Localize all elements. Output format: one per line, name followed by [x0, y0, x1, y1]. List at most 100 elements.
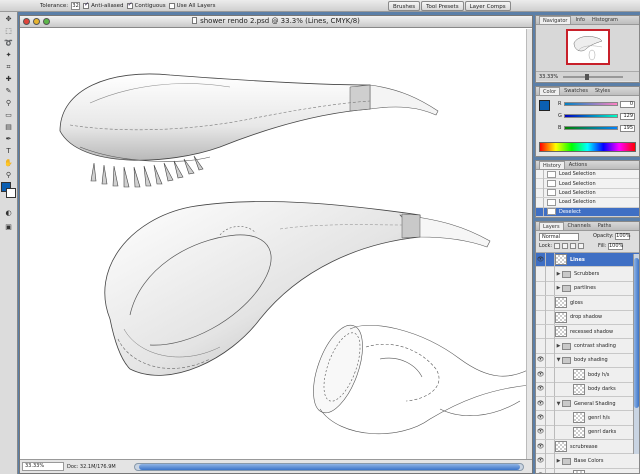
layer-link-cell[interactable] [546, 267, 555, 282]
screen-mode-icon[interactable]: ▣ [2, 222, 15, 232]
channel-b-slider[interactable] [564, 126, 618, 130]
history-item-selected[interactable]: Deselect [536, 207, 639, 217]
group-disclosure-icon[interactable]: ▼ [555, 357, 562, 363]
layer-row[interactable]: 👁contrast fill [536, 468, 639, 473]
lock-position-icon[interactable] [570, 243, 577, 249]
layer-link-cell[interactable] [546, 425, 555, 440]
anti-aliased-checkbox[interactable] [83, 1, 89, 9]
visibility-eye-icon[interactable]: 👁 [536, 367, 546, 382]
tolerance-input[interactable]: 32 [71, 1, 81, 10]
magic-wand-tool-icon[interactable]: ✦ [2, 50, 15, 60]
history-item[interactable]: Load Selection [536, 169, 639, 180]
lasso-tool-icon[interactable]: ➰ [2, 38, 15, 48]
palette-well-tab-layer-comps[interactable]: Layer Comps [464, 1, 511, 11]
layer-link-cell[interactable] [546, 353, 555, 368]
history-item[interactable]: Load Selection [536, 179, 639, 189]
visibility-eye-icon[interactable] [536, 267, 546, 282]
tab-channels[interactable]: Channels [565, 222, 594, 230]
tab-layers[interactable]: Layers [539, 222, 564, 230]
opacity-field[interactable]: 100% [615, 233, 630, 240]
layer-row[interactable]: recessed shadow [536, 324, 639, 340]
layer-link-cell[interactable] [546, 411, 555, 425]
group-disclosure-icon[interactable]: ▼ [555, 401, 562, 407]
contiguous-option[interactable]: Contiguous [126, 1, 166, 9]
group-disclosure-icon[interactable]: ▶ [555, 285, 562, 291]
lock-all-icon[interactable] [578, 243, 585, 249]
layer-row[interactable]: 👁 body h/s [536, 367, 639, 383]
layer-link-cell[interactable] [546, 310, 555, 325]
tab-color[interactable]: Color [539, 87, 561, 95]
palette-well-tab-brushes[interactable]: Brushes [388, 1, 421, 11]
visibility-eye-icon[interactable] [536, 310, 546, 325]
layer-row[interactable]: 👁 scrubrease [536, 439, 639, 455]
layer-link-cell[interactable] [546, 281, 555, 296]
image-canvas[interactable] [20, 29, 532, 460]
tab-navigator[interactable]: Navigator [539, 16, 572, 24]
gradient-tool-icon[interactable]: ▤ [2, 122, 15, 132]
blend-mode-select[interactable]: Normal [539, 233, 579, 241]
layer-row[interactable]: drop shadow [536, 310, 639, 325]
layer-link-cell[interactable] [546, 295, 555, 310]
layer-link-cell[interactable] [546, 454, 555, 469]
layer-row[interactable]: 👁 genrl darks [536, 425, 639, 441]
tab-histogram[interactable]: Histogram [589, 16, 621, 24]
navigator-zoom-slider[interactable] [563, 73, 623, 80]
anti-aliased-option[interactable]: Anti-aliased [83, 1, 124, 9]
layer-link-cell[interactable] [546, 367, 555, 382]
channel-r-value[interactable]: 0 [620, 100, 635, 108]
channel-g-value[interactable]: 129 [620, 112, 635, 120]
fill-field[interactable]: 100% [607, 243, 623, 250]
palette-well-tab-tool-presets[interactable]: Tool Presets [421, 1, 464, 11]
layer-group-row[interactable]: 👁 ▶ Base Colors [536, 454, 639, 469]
move-tool-icon[interactable]: ✥ [2, 14, 15, 24]
pen-tool-icon[interactable]: ✒ [2, 134, 15, 144]
eraser-tool-icon[interactable]: ▭ [2, 110, 15, 120]
zoom-tool-icon[interactable]: ⚲ [2, 170, 15, 180]
tab-actions[interactable]: Actions [566, 161, 590, 169]
crop-tool-icon[interactable]: ⌗ [2, 62, 15, 72]
layer-row[interactable]: gloss [536, 295, 639, 311]
layer-link-cell[interactable] [546, 439, 555, 454]
visibility-eye-icon[interactable]: 👁 [536, 353, 546, 368]
layer-row-selected[interactable]: 👁 Lines [536, 252, 639, 268]
group-disclosure-icon[interactable]: ▶ [555, 271, 562, 277]
visibility-eye-icon[interactable] [536, 295, 546, 310]
document-horizontal-scrollbar[interactable] [134, 462, 524, 471]
color-foreground-swatch[interactable] [539, 100, 550, 111]
tab-paths[interactable]: Paths [595, 222, 615, 230]
use-all-layers-checkbox[interactable] [168, 2, 175, 9]
group-disclosure-icon[interactable]: ▶ [555, 343, 562, 349]
visibility-eye-icon[interactable] [536, 324, 546, 339]
navigator-zoom-value[interactable]: 33.33% [539, 74, 559, 80]
layer-link-cell[interactable] [546, 468, 555, 473]
layer-group-row[interactable]: ▶ Scrubbers [536, 267, 639, 282]
horizontal-scroll-thumb[interactable] [139, 463, 520, 470]
layer-link-cell[interactable] [546, 339, 555, 354]
navigator-view-box[interactable] [566, 29, 610, 65]
brush-tool-icon[interactable]: ✎ [2, 86, 15, 96]
tab-swatches[interactable]: Swatches [561, 87, 591, 95]
color-spectrum-ramp[interactable] [539, 142, 636, 152]
layer-link-cell[interactable] [546, 324, 555, 339]
layers-scroll-thumb[interactable] [634, 258, 639, 408]
layer-group-row[interactable]: 👁 ▼ General Shading [536, 396, 639, 412]
marquee-tool-icon[interactable]: ⬚ [2, 26, 15, 36]
navigator-preview[interactable] [536, 25, 639, 71]
quick-mask-icon[interactable]: ◐ [2, 208, 15, 218]
contiguous-checkbox[interactable] [126, 1, 133, 9]
visibility-eye-icon[interactable]: 👁 [536, 396, 546, 411]
lock-image-icon[interactable] [562, 243, 569, 249]
tab-styles[interactable]: Styles [592, 87, 613, 95]
lock-transparency-icon[interactable] [554, 243, 561, 249]
channel-g-slider[interactable] [564, 114, 618, 118]
background-color-swatch[interactable] [6, 188, 16, 198]
stamp-tool-icon[interactable]: ⚲ [2, 98, 15, 108]
layer-group-row[interactable]: ▶ contrast shading [536, 339, 639, 354]
layer-row[interactable]: 👁 body darks [536, 382, 639, 397]
layer-group-row[interactable]: ▶ partlines [536, 281, 639, 297]
visibility-eye-icon[interactable] [536, 339, 546, 354]
visibility-eye-icon[interactable]: 👁 [536, 252, 546, 267]
doc-size-readout[interactable]: Doc: 32.1M/176.9M [64, 464, 134, 470]
use-all-layers-option[interactable]: Use All Layers [168, 2, 215, 9]
tab-history[interactable]: History [539, 161, 565, 169]
